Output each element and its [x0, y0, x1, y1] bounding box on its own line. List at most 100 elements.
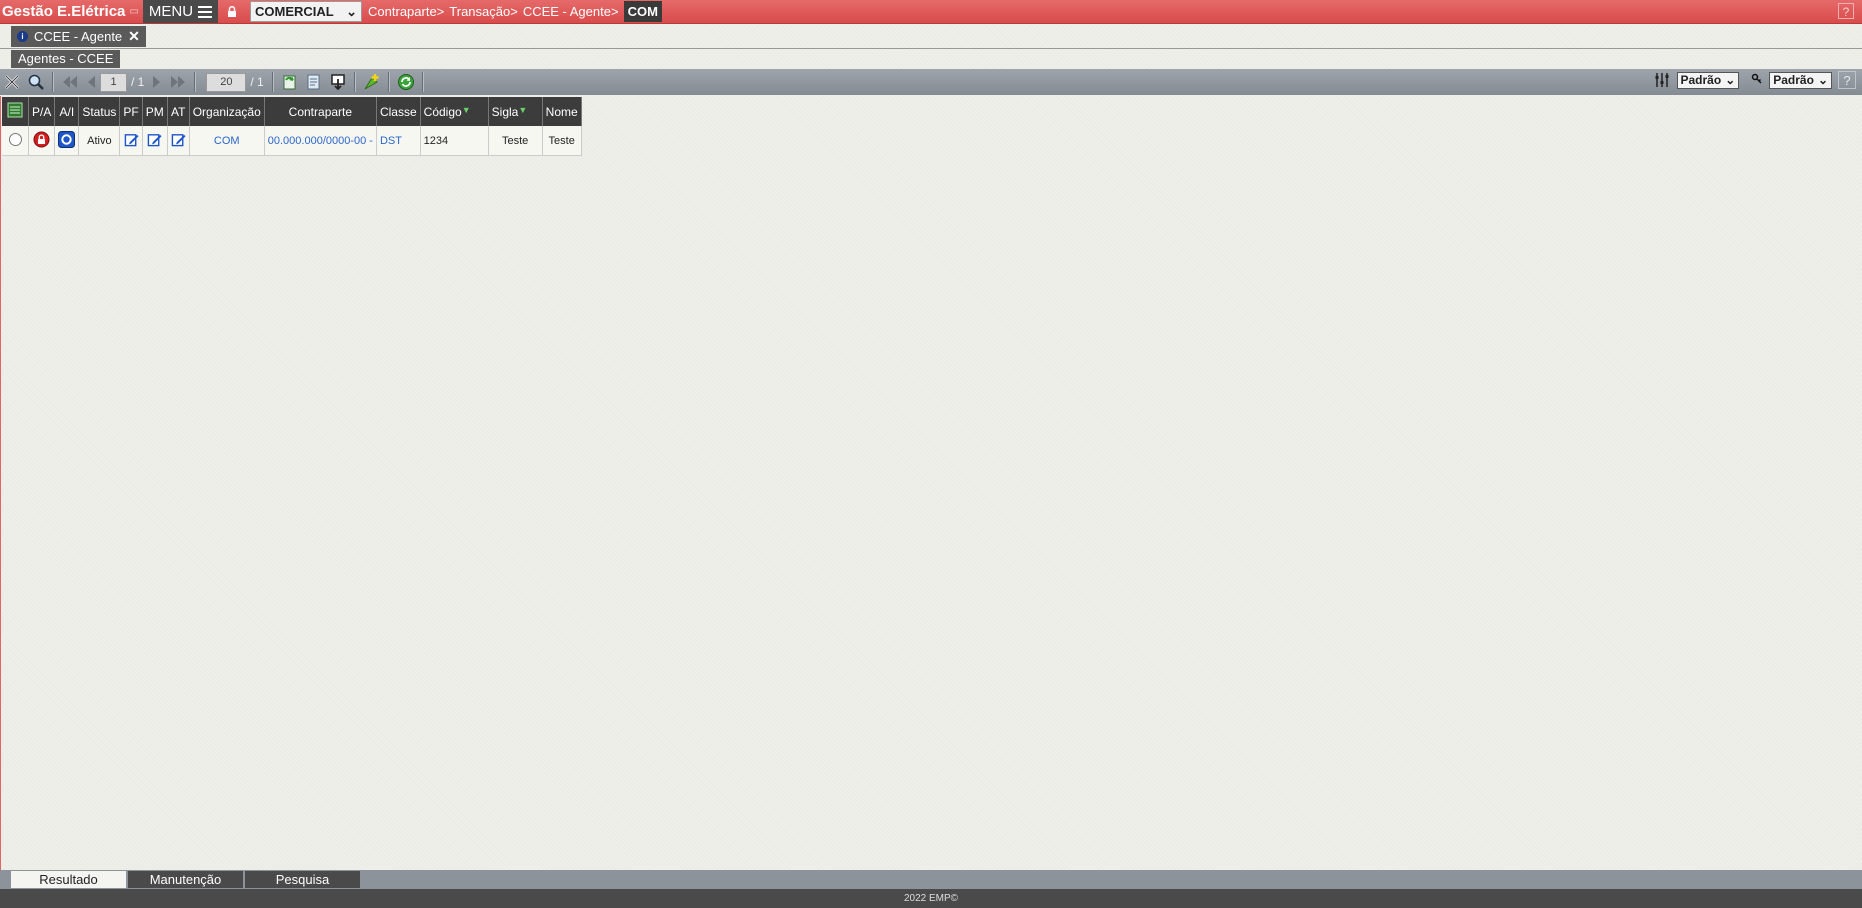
column-header-sigla[interactable]: Sigla▼ — [488, 97, 543, 126]
footer: 2022 EMP© — [0, 889, 1862, 908]
key-icon — [1752, 73, 1762, 84]
lock-button[interactable] — [218, 0, 246, 23]
search-button[interactable] — [24, 70, 48, 94]
download-button[interactable] — [326, 70, 350, 94]
columns-settings-icon[interactable] — [1653, 71, 1671, 89]
cell-codigo: 1234 — [420, 126, 489, 156]
module-select[interactable]: COMERCIAL ⌄ — [250, 1, 363, 22]
left-edge-line — [0, 96, 1, 870]
grid-select-all-header[interactable] — [2, 97, 29, 126]
download-icon — [330, 74, 345, 91]
cell-at[interactable] — [167, 126, 190, 156]
toolbar-help-icon[interactable]: ? — [1838, 71, 1856, 89]
tools-button[interactable] — [0, 70, 24, 94]
column-header-at[interactable]: AT — [167, 97, 190, 126]
menu-label: MENU — [148, 3, 194, 20]
column-header-ai[interactable]: A/I — [54, 97, 80, 126]
toolbar-divider — [387, 72, 390, 92]
column-header-pf[interactable]: PF — [119, 97, 143, 126]
rows-per-page-input[interactable]: 20 — [206, 72, 247, 92]
reload-button[interactable] — [394, 70, 418, 94]
app-title: Gestão E.Elétrica — [2, 3, 126, 20]
tab-manutencao[interactable]: Manutenção — [128, 871, 243, 888]
refresh-list-icon — [283, 75, 296, 90]
agents-grid: P/A A/I Status PF PM AT Organização Cont… — [2, 97, 582, 156]
column-header-status[interactable]: Status — [78, 97, 121, 126]
column-header-contraparte[interactable]: Contraparte — [264, 97, 377, 126]
help-icon[interactable]: ? — [1838, 3, 1854, 19]
toolbar-divider — [353, 72, 356, 92]
column-header-sigla-label: Sigla — [491, 104, 519, 119]
row-select-cell[interactable] — [2, 126, 29, 156]
export-button[interactable] — [302, 70, 326, 94]
prev-page-button[interactable] — [82, 70, 100, 94]
sub-tab-agentes-ccee[interactable]: Agentes - CCEE — [11, 50, 121, 68]
document-export-icon — [307, 74, 320, 90]
layout-select-value: Padrão — [1680, 73, 1722, 87]
top-bar: Gestão E.Elétrica ▭ MENU COMERCIAL ⌄ Con… — [0, 0, 1862, 24]
next-page-icon — [153, 76, 161, 88]
tab-pesquisa[interactable]: Pesquisa — [245, 871, 360, 888]
breadcrumb-item-transacao[interactable]: Transação> — [449, 4, 518, 19]
tab-resultado[interactable]: Resultado — [11, 871, 126, 888]
sort-indicator-icon: ▼ — [518, 104, 528, 115]
add-record-button[interactable] — [360, 70, 384, 94]
column-header-pm[interactable]: PM — [142, 97, 168, 126]
edit-icon[interactable] — [147, 132, 162, 147]
cell-pa[interactable] — [28, 126, 56, 156]
layout-select[interactable]: Padrão ⌄ — [1676, 71, 1740, 89]
column-header-organizacao[interactable]: Organização — [189, 97, 265, 126]
table-row[interactable]: Ativo COM 00.000.000/0000-00 - DST 1234 … — [2, 126, 582, 156]
page-number-input[interactable]: 1 — [100, 72, 127, 92]
toolbar-divider — [271, 72, 274, 92]
cell-pf[interactable] — [119, 126, 143, 156]
search-icon — [28, 74, 44, 90]
window-tab-ccee-agente[interactable]: i CCEE - Agente ✕ — [11, 26, 146, 47]
filter-select[interactable]: Padrão ⌄ — [1769, 71, 1832, 89]
chevron-down-icon: ⌄ — [346, 3, 358, 19]
cell-status: Ativo — [78, 126, 121, 156]
toolbar-divider — [194, 72, 197, 92]
column-header-classe[interactable]: Classe — [376, 97, 421, 126]
reload-icon — [397, 74, 414, 90]
last-page-icon — [171, 76, 186, 88]
breadcrumb-item-ccee-agente[interactable]: CCEE - Agente> — [523, 4, 619, 19]
locked-red-icon[interactable] — [33, 131, 50, 148]
cell-organizacao[interactable]: COM — [189, 126, 265, 156]
last-page-button[interactable] — [166, 70, 190, 94]
edit-icon[interactable] — [124, 132, 139, 147]
cell-contraparte[interactable]: 00.000.000/0000-00 - — [264, 126, 377, 156]
close-icon[interactable]: ✕ — [128, 28, 140, 45]
active-circle-icon[interactable] — [58, 130, 76, 148]
toolbar-right: Padrão ⌄ Padrão ⌄ ? — [1653, 71, 1856, 89]
column-header-pa[interactable]: P/A — [28, 97, 56, 126]
next-page-button[interactable] — [148, 70, 166, 94]
edit-icon[interactable] — [171, 132, 186, 147]
first-page-button[interactable] — [58, 70, 82, 94]
module-select-value: COMERCIAL — [255, 4, 334, 19]
column-header-codigo[interactable]: Código▼ — [420, 97, 489, 126]
cell-pm[interactable] — [142, 126, 168, 156]
toolbar-divider — [52, 72, 54, 92]
sort-indicator-icon: ▼ — [461, 104, 471, 115]
add-record-icon — [364, 74, 379, 90]
toolbar-divider — [421, 72, 424, 92]
chevron-down-icon: ⌄ — [1725, 73, 1736, 87]
refresh-list-button[interactable] — [278, 70, 302, 94]
page-total: / 1 — [131, 75, 145, 89]
window-icon[interactable]: ▭ — [129, 6, 138, 17]
bottom-tab-strip: Resultado Manutenção Pesquisa — [0, 870, 1862, 889]
row-radio[interactable] — [8, 132, 22, 146]
breadcrumb-item-contraparte[interactable]: Contraparte> — [368, 4, 444, 19]
menu-button[interactable]: MENU — [142, 0, 219, 23]
cell-ai[interactable] — [54, 126, 80, 156]
rows-total: / 1 — [250, 75, 264, 89]
lock-icon — [228, 6, 237, 17]
cell-nome: Teste — [542, 126, 582, 156]
cell-classe[interactable]: DST — [376, 126, 421, 156]
chevron-down-icon: ⌄ — [1817, 73, 1828, 87]
column-header-codigo-label: Código — [423, 104, 462, 119]
breadcrumb-current: COM — [623, 1, 662, 22]
grid-menu-icon — [7, 102, 23, 118]
column-header-nome[interactable]: Nome — [542, 97, 582, 126]
